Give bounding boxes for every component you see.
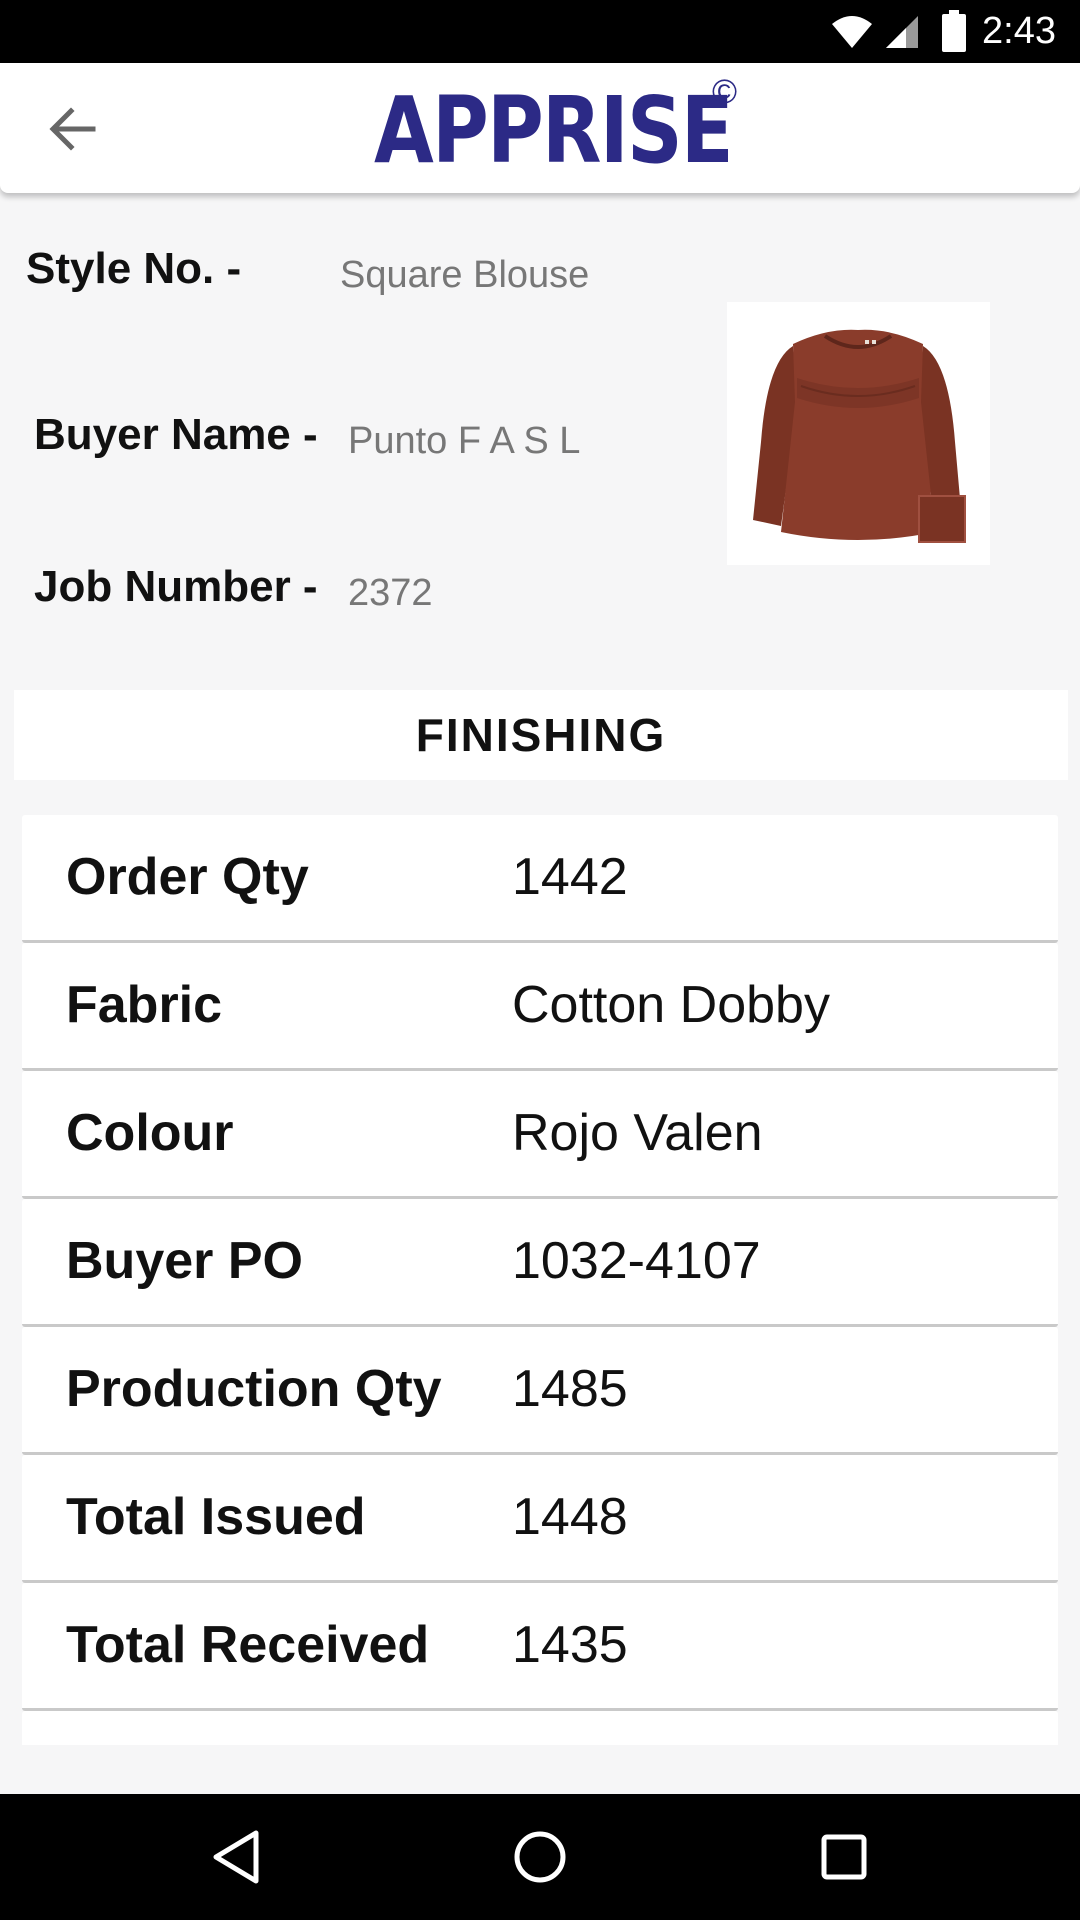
row-label: Buyer PO bbox=[66, 1232, 303, 1290]
logo-text: APPRISE bbox=[374, 77, 734, 184]
job-number-label: Job Number - bbox=[34, 562, 318, 611]
detail-table[interactable]: Order Qty 1442 Fabric Cotton Dobby Colou… bbox=[22, 815, 1058, 1745]
product-image bbox=[727, 302, 990, 565]
row-value: Cotton Dobby bbox=[512, 976, 830, 1034]
row-label: Balance bbox=[66, 1711, 265, 1745]
row-value: 13 bbox=[512, 1711, 570, 1745]
status-time: 2:43 bbox=[982, 10, 1056, 52]
home-circle-icon bbox=[514, 1831, 566, 1883]
system-nav-bar bbox=[0, 1794, 1080, 1920]
row-value: 1448 bbox=[512, 1488, 628, 1546]
row-label: Colour bbox=[66, 1104, 234, 1162]
nav-recents-button[interactable] bbox=[784, 1794, 904, 1920]
table-row: Balance 13 bbox=[22, 1711, 1058, 1745]
row-label: Total Received bbox=[66, 1616, 430, 1674]
table-row: Buyer PO 1032-4107 bbox=[22, 1199, 1058, 1327]
nav-home-button[interactable] bbox=[480, 1794, 600, 1920]
row-value: 1435 bbox=[512, 1616, 628, 1674]
nav-back-button[interactable] bbox=[176, 1794, 296, 1920]
cell-signal-icon bbox=[886, 16, 918, 48]
row-value: 1485 bbox=[512, 1360, 628, 1418]
recents-square-icon bbox=[821, 1834, 867, 1880]
row-value: Rojo Valen bbox=[512, 1104, 763, 1162]
table-row: Colour Rojo Valen bbox=[22, 1071, 1058, 1199]
style-no-label: Style No. - bbox=[26, 244, 242, 293]
row-label: Production Qty bbox=[66, 1360, 442, 1418]
copyright-mark: © bbox=[712, 73, 738, 111]
buyer-name-label: Buyer Name - bbox=[34, 410, 318, 459]
row-value: 1442 bbox=[512, 848, 628, 906]
table-row: Order Qty 1442 bbox=[22, 815, 1058, 943]
app-bar: APPRISE © bbox=[0, 63, 1080, 193]
wifi-icon bbox=[832, 16, 872, 48]
table-row: Production Qty 1485 bbox=[22, 1327, 1058, 1455]
row-value: 1032-4107 bbox=[512, 1232, 761, 1290]
section-title: FINISHING bbox=[415, 709, 667, 761]
buyer-name-value: Punto F A S L bbox=[348, 420, 581, 462]
section-header: FINISHING bbox=[14, 690, 1068, 780]
job-number-value: 2372 bbox=[348, 572, 433, 614]
table-row: Total Issued 1448 bbox=[22, 1455, 1058, 1583]
back-triangle-icon bbox=[213, 1830, 259, 1884]
arrow-left-icon bbox=[49, 107, 96, 151]
row-label: Total Issued bbox=[66, 1488, 366, 1546]
style-no-value: Square Blouse bbox=[340, 254, 590, 296]
status-bar: 2:43 bbox=[0, 0, 1080, 63]
battery-icon bbox=[942, 10, 966, 52]
back-button[interactable] bbox=[40, 99, 106, 159]
row-label: Fabric bbox=[66, 976, 223, 1034]
table-row: Fabric Cotton Dobby bbox=[22, 943, 1058, 1071]
blouse-photo bbox=[753, 329, 966, 543]
row-label: Order Qty bbox=[66, 848, 309, 906]
table-row: Total Received 1435 bbox=[22, 1583, 1058, 1711]
